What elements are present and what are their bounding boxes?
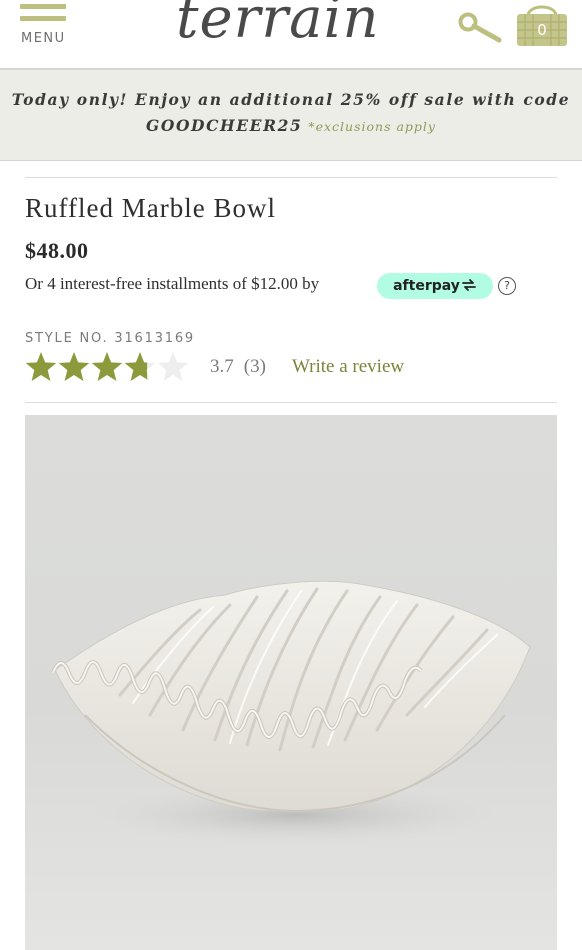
cart-button[interactable]: 0 — [514, 2, 570, 48]
installments-text: Or 4 interest-free installments of $12.0… — [25, 274, 320, 293]
review-count[interactable]: (3) — [244, 356, 266, 377]
menu-label: MENU — [21, 31, 66, 46]
afterpay-arrows-icon — [461, 279, 476, 291]
write-review-link[interactable]: Write a review — [292, 356, 404, 378]
promo-code-line: GOODCHEER25 *exclusions apply — [0, 116, 582, 135]
star-icon — [91, 352, 123, 381]
search-button[interactable] — [456, 10, 504, 44]
question-circle-icon[interactable]: ? — [498, 277, 516, 295]
rating-stars — [25, 352, 189, 381]
promo-banner: Today only! Enjoy an additional 25% off … — [0, 68, 582, 161]
star-icon — [25, 352, 57, 381]
product-price: $48.00 — [25, 238, 89, 263]
divider — [25, 177, 557, 178]
product-image[interactable] — [25, 415, 557, 950]
promo-text: Today only! Enjoy an additional 25% off … — [11, 90, 571, 109]
site-header: MENU terrain 0 — [0, 0, 582, 66]
rating-summary: 3.7 (3) — [210, 356, 266, 378]
rating-value: 3.7 — [210, 356, 234, 377]
cart-count-badge: 0 — [537, 21, 547, 39]
afterpay-badge[interactable]: afterpay — [377, 273, 493, 299]
hamburger-icon — [20, 4, 66, 28]
search-icon — [458, 12, 502, 43]
product-title: Ruffled Marble Bowl — [25, 193, 276, 223]
promo-exclusions-link[interactable]: *exclusions apply — [308, 119, 436, 134]
afterpay-label: afterpay — [393, 278, 460, 294]
star-empty-icon — [157, 352, 189, 381]
style-number: STYLE NO. 31613169 — [25, 331, 195, 346]
divider — [25, 402, 557, 403]
menu-button[interactable]: MENU — [18, 4, 70, 48]
promo-code: GOODCHEER25 — [146, 116, 303, 135]
star-icon — [58, 352, 90, 381]
terrain-logo[interactable]: terrain — [176, 0, 380, 51]
